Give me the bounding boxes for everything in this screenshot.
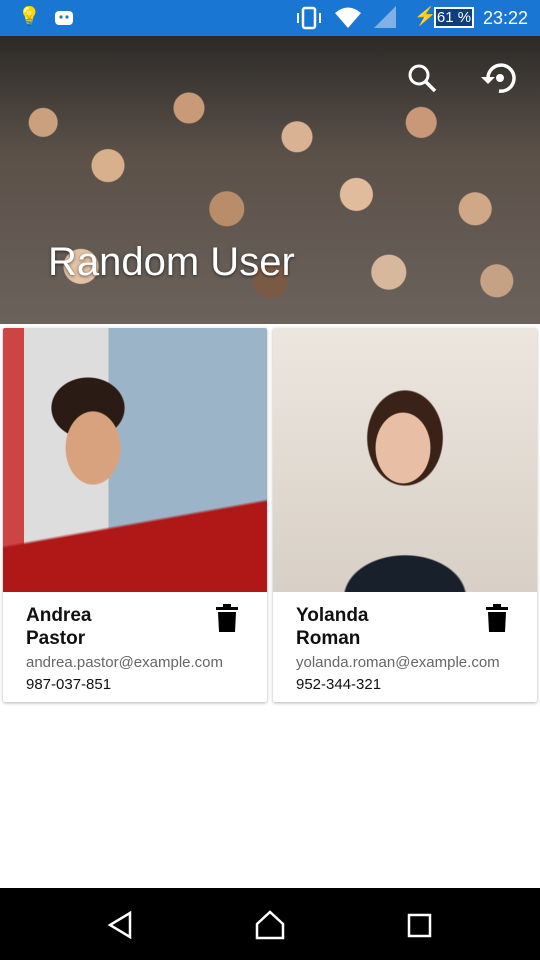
signal-icon xyxy=(374,6,396,35)
user-card[interactable]: Andrea Pastor andrea.pastor@example.com 9… xyxy=(3,328,267,702)
vibrate-icon xyxy=(295,6,323,35)
lightbulb-icon: 💡 xyxy=(18,6,41,26)
clock: 23:22 xyxy=(482,8,528,28)
search-icon[interactable] xyxy=(404,60,440,96)
last-name: Pastor xyxy=(26,628,86,649)
status-bar: 💡 ⚡ 61 % 23:22 xyxy=(0,0,540,36)
delete-icon[interactable] xyxy=(485,604,509,632)
home-icon[interactable] xyxy=(254,910,286,940)
android-icon xyxy=(54,4,74,33)
user-name: Andrea Pastor xyxy=(26,604,166,650)
user-phone: 987-037-851 xyxy=(26,676,112,693)
user-name: Yolanda Roman xyxy=(296,604,436,650)
recents-icon[interactable] xyxy=(407,913,433,939)
header-image: Random User xyxy=(0,36,540,324)
delete-icon[interactable] xyxy=(215,604,239,632)
last-name: Roman xyxy=(296,628,361,649)
restore-icon[interactable] xyxy=(478,57,520,99)
wifi-icon xyxy=(334,6,362,35)
user-photo xyxy=(273,328,537,592)
page-title: Random User xyxy=(48,240,295,284)
user-email: andrea.pastor@example.com xyxy=(26,654,223,671)
navigation-bar xyxy=(0,888,540,960)
user-card[interactable]: Yolanda Roman yolanda.roman@example.com 9… xyxy=(273,328,537,702)
user-email: yolanda.roman@example.com xyxy=(296,654,500,671)
first-name: Yolanda xyxy=(296,605,369,626)
battery-icon: 61 % xyxy=(434,7,474,28)
back-icon[interactable] xyxy=(106,910,134,940)
user-phone: 952-344-321 xyxy=(296,676,382,693)
user-photo xyxy=(3,328,267,592)
first-name: Andrea xyxy=(26,605,92,626)
